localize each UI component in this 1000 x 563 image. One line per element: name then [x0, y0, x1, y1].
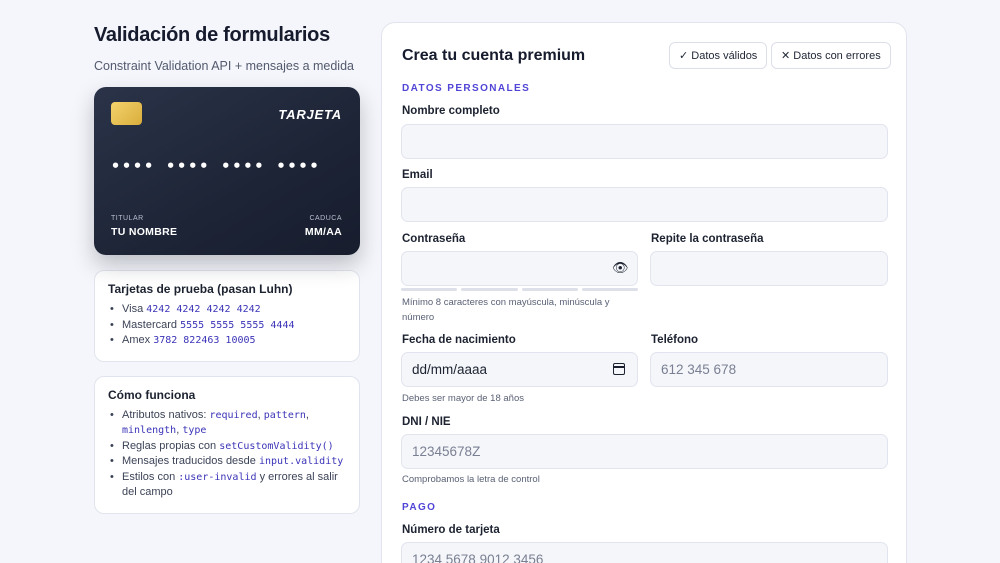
dni-hint: Comprobamos la letra de control	[402, 474, 540, 485]
list-item: Amex 3782 822463 10005	[108, 333, 346, 349]
card-number-input[interactable]	[401, 542, 888, 563]
strength-segment	[461, 288, 518, 291]
email-label: Email	[402, 169, 433, 181]
password-label: Contraseña	[402, 233, 466, 245]
strength-segment	[581, 288, 638, 291]
dob-label: Fecha de nacimiento	[402, 334, 516, 346]
card-expiry: MM/AA	[304, 226, 342, 238]
list-item: Mensajes traducidos desde input.validity	[108, 454, 346, 470]
dob-placeholder: dd/mm/aaaa	[412, 362, 488, 377]
card-holder: TU NOMBRE	[111, 226, 178, 238]
card-expiry-label: CADUCA	[309, 215, 342, 222]
list-item: Visa 4242 4242 4242 4242	[108, 302, 346, 318]
card-number-code: 4242 4242 4242 4242	[146, 304, 261, 315]
repeat-password-label: Repite la contraseña	[651, 233, 764, 245]
dni-label: DNI / NIE	[402, 416, 451, 428]
test-cards-panel: Tarjetas de prueba (pasan Luhn) Visa 424…	[94, 270, 360, 362]
page-title: Validación de formularios	[94, 24, 330, 46]
strength-segment	[401, 288, 458, 291]
list-item: Atributos nativos: required, pattern, mi…	[108, 408, 346, 439]
phone-input[interactable]	[650, 352, 888, 387]
list-item: Mastercard 5555 5555 5555 4444	[108, 318, 346, 334]
name-label: Nombre completo	[402, 105, 500, 117]
phone-label: Teléfono	[651, 334, 699, 346]
how-it-works-panel: Cómo funciona Atributos nativos: require…	[94, 375, 360, 514]
fill-invalid-data-button[interactable]: ✕ Datos con errores	[771, 42, 891, 69]
form-title: Crea tu cuenta premium	[402, 47, 586, 64]
fill-valid-data-button[interactable]: ✓ Datos válidos	[669, 42, 768, 69]
calendar-icon[interactable]	[613, 363, 625, 375]
dni-input[interactable]	[401, 434, 888, 469]
signup-form-card: Crea tu cuenta premium ✓ Datos válidos ✕…	[381, 22, 907, 563]
name-input[interactable]	[401, 124, 888, 159]
email-input[interactable]	[401, 187, 888, 222]
card-number-code: 5555 5555 5555 4444	[180, 319, 295, 331]
password-strength-meter	[401, 288, 638, 291]
repeat-password-input[interactable]	[650, 251, 888, 286]
how-it-works-title: Cómo funciona	[108, 387, 196, 402]
card-number: •••• •••• •••• ••••	[111, 157, 321, 175]
test-cards-title: Tarjetas de prueba (pasan Luhn)	[108, 282, 293, 296]
section-personal-label: DATOS PERSONALES	[402, 83, 531, 94]
card-preview: TARJETA •••• •••• •••• •••• TITULAR TU N…	[94, 87, 360, 255]
dob-hint: Debes ser mayor de 18 años	[402, 393, 524, 404]
eye-icon[interactable]: 👁	[612, 260, 629, 276]
page-subtitle: Constraint Validation API + mensajes a m…	[94, 59, 354, 73]
list-item: Estilos con :user-invalid y errores al s…	[108, 470, 346, 501]
list-item: Reglas propias con setCustomValidity()	[108, 439, 346, 455]
card-number-label: Número de tarjeta	[402, 524, 500, 536]
strength-segment	[521, 288, 578, 291]
card-holder-label: TITULAR	[111, 215, 144, 222]
card-brand: TARJETA	[278, 107, 342, 122]
card-number-code: 3782 822463 10005	[153, 335, 256, 346]
password-hint: Mínimo 8 caracteres con mayúscula, minús…	[402, 297, 610, 323]
left-column: Validación de formularios Constraint Val…	[94, 24, 360, 514]
card-chip-icon	[111, 102, 142, 125]
section-payment-label: PAGO	[402, 502, 437, 513]
password-input[interactable]	[401, 251, 638, 286]
